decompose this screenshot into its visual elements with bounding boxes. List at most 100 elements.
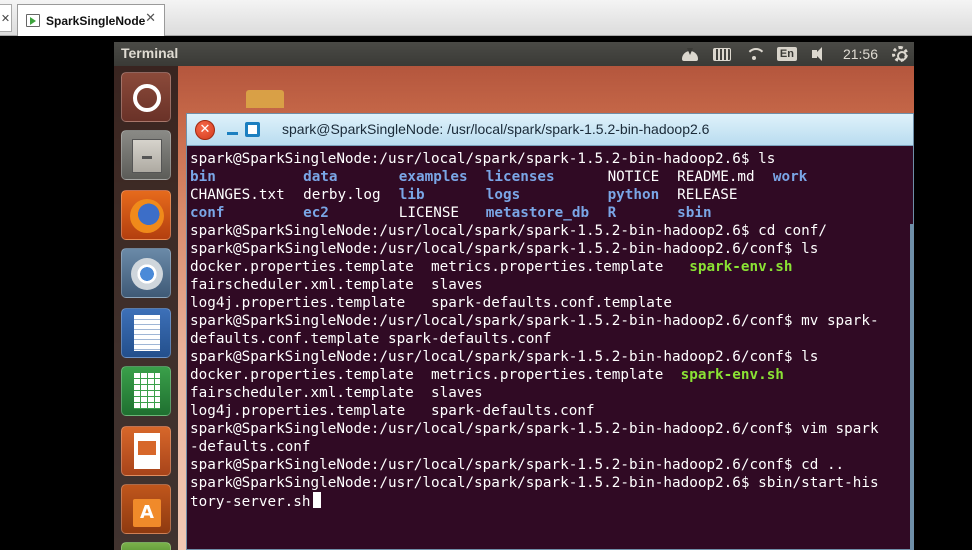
terminal-text: fairscheduler.xml.template slaves [190, 385, 483, 401]
terminal-line: fairscheduler.xml.template slaves [190, 384, 910, 402]
terminal-titlebar[interactable]: ✕ spark@SparkSingleNode: /usr/local/spar… [187, 114, 913, 146]
terminal-text: derby.log [303, 187, 381, 203]
terminal-line: CHANGES.txt derby.log lib logs python RELEASE [190, 186, 910, 204]
terminal-text: licenses [485, 169, 555, 185]
download-indicator-icon[interactable] [681, 46, 699, 62]
terminal-line: spark@SparkSingleNode:/usr/local/spark/s… [190, 150, 910, 168]
presentation-icon [134, 433, 160, 469]
terminal-text: docker.properties.template metrics.prope… [190, 367, 681, 383]
terminal-text: RELEASE [677, 187, 738, 203]
dash-home-button[interactable] [121, 72, 171, 122]
terminal-text: README.md [677, 169, 755, 185]
terminal-text: docker.properties.template metrics.prope… [190, 259, 690, 275]
terminal-text: spark@SparkSingleNode:/usr/local/spark/s… [190, 457, 845, 473]
terminal-text: fairscheduler.xml.template slaves [190, 277, 483, 293]
terminal-text: spark@SparkSingleNode:/usr/local/spark/s… [190, 475, 879, 491]
terminal-window: ✕ spark@SparkSingleNode: /usr/local/spar… [186, 113, 914, 550]
terminal-text: examples [398, 169, 468, 185]
terminal-text: sbin [677, 205, 712, 221]
terminal-line: fairscheduler.xml.template slaves [190, 276, 910, 294]
window-minimize-button[interactable] [223, 120, 243, 140]
gear-icon[interactable] [892, 46, 908, 62]
terminal-text: spark-env.sh [689, 259, 793, 275]
indicator-tray: En 21:56 [667, 42, 908, 66]
terminal-line: spark@SparkSingleNode:/usr/local/spark/s… [190, 240, 910, 258]
terminal-line: tory-server.sh [190, 492, 910, 510]
file-cabinet-icon [132, 139, 162, 173]
vm-icon [26, 14, 40, 27]
window-title: spark@SparkSingleNode: /usr/local/spark/… [282, 121, 710, 137]
terminal-text: tory-server.sh [190, 494, 311, 510]
terminal-text: R [607, 205, 617, 221]
launcher: A [114, 66, 178, 550]
terminal-text: spark@SparkSingleNode:/usr/local/spark/s… [190, 313, 879, 329]
chromium-icon [131, 258, 163, 290]
terminal-line: spark@SparkSingleNode:/usr/local/spark/s… [190, 348, 910, 366]
terminal-text: ec2 [303, 205, 329, 221]
terminal-text: spark@SparkSingleNode:/usr/local/spark/s… [190, 241, 819, 257]
terminal-text: CHANGES.txt [190, 187, 285, 203]
terminal-text: spark-env.sh [680, 367, 784, 383]
host-tab-label: SparkSingleNode [46, 13, 146, 28]
terminal-line: log4j.properties.template spark-defaults… [190, 402, 910, 420]
language-indicator[interactable]: En [776, 47, 797, 61]
terminal-text: python [607, 187, 660, 203]
firefox-launcher-button[interactable] [121, 190, 171, 240]
terminal-line: docker.properties.template metrics.prope… [190, 258, 910, 276]
terminal-text: lib [398, 187, 425, 203]
files-launcher-button[interactable] [121, 130, 171, 180]
clock[interactable]: 21:56 [843, 46, 878, 62]
previous-tab-close-icon[interactable]: ✕ [0, 4, 12, 32]
terminal-text: NOTICE [607, 169, 660, 185]
wifi-icon[interactable] [745, 46, 763, 62]
terminal-text: -defaults.conf [190, 439, 311, 455]
terminal-text: bin [190, 169, 216, 185]
terminal-text: defaults.conf.template spark-defaults.co… [190, 331, 552, 347]
desktop-folder-icon[interactable] [246, 90, 284, 108]
host-tab-close-icon[interactable]: ✕ [145, 11, 156, 26]
terminal-text: LICENSE [398, 205, 460, 221]
panel-app-title: Terminal [121, 45, 179, 61]
chromium-launcher-button[interactable] [121, 248, 171, 298]
terminal-text: logs [485, 187, 521, 203]
terminal-line: bin data examples licenses NOTICE README.md wo… [190, 168, 910, 186]
terminal-line: -defaults.conf [190, 438, 910, 456]
shopping-bag-icon: A [133, 499, 161, 527]
impress-launcher-button[interactable] [121, 426, 171, 476]
spreadsheet-icon [134, 373, 160, 409]
terminal-line: conf ec2 LICENSE metastore_db Rsbin [190, 204, 910, 222]
terminal-line: defaults.conf.template spark-defaults.co… [190, 330, 910, 348]
terminal-text: metastore_db [485, 205, 590, 221]
extra-launcher-button[interactable] [121, 542, 171, 550]
volume-icon[interactable] [811, 46, 829, 62]
firefox-icon [130, 199, 164, 233]
terminal-output[interactable]: spark@SparkSingleNode:/usr/local/spark/s… [190, 150, 910, 548]
terminal-line: docker.properties.template metrics.prope… [190, 366, 910, 384]
keyboard-icon[interactable] [712, 47, 731, 61]
terminal-text: work [772, 169, 808, 185]
terminal-line: spark@SparkSingleNode:/usr/local/spark/s… [190, 456, 910, 474]
terminal-line: spark@SparkSingleNode:/usr/local/spark/s… [190, 420, 910, 438]
terminal-text: spark@SparkSingleNode:/usr/local/spark/s… [190, 421, 879, 437]
terminal-line: log4j.properties.template spark-defaults… [190, 294, 910, 312]
host-tab-strip: ✕ SparkSingleNode ✕ [0, 0, 972, 36]
terminal-line: spark@SparkSingleNode:/usr/local/spark/s… [190, 474, 910, 492]
calc-launcher-button[interactable] [121, 366, 171, 416]
terminal-text: data [303, 169, 338, 185]
window-close-button[interactable]: ✕ [195, 120, 215, 140]
writer-launcher-button[interactable] [121, 308, 171, 358]
software-center-launcher-button[interactable]: A [121, 484, 171, 534]
terminal-line: spark@SparkSingleNode:/usr/local/spark/s… [190, 222, 910, 240]
writer-document-icon [134, 315, 160, 351]
terminal-text: spark@SparkSingleNode:/usr/local/spark/s… [190, 349, 819, 365]
terminal-line: spark@SparkSingleNode:/usr/local/spark/s… [190, 312, 910, 330]
host-tab-sparksinglenode[interactable]: SparkSingleNode ✕ [17, 4, 165, 36]
terminal-text: log4j.properties.template spark-defaults… [190, 403, 595, 419]
terminal-cursor [312, 492, 321, 508]
window-maximize-button[interactable] [245, 122, 260, 137]
terminal-text: conf [190, 205, 225, 221]
terminal-text: spark@SparkSingleNode:/usr/local/spark/s… [190, 151, 776, 167]
ubuntu-logo-icon [133, 84, 161, 112]
terminal-text: spark@SparkSingleNode:/usr/local/spark/s… [190, 223, 827, 239]
terminal-text: log4j.properties.template spark-defaults… [190, 295, 673, 311]
